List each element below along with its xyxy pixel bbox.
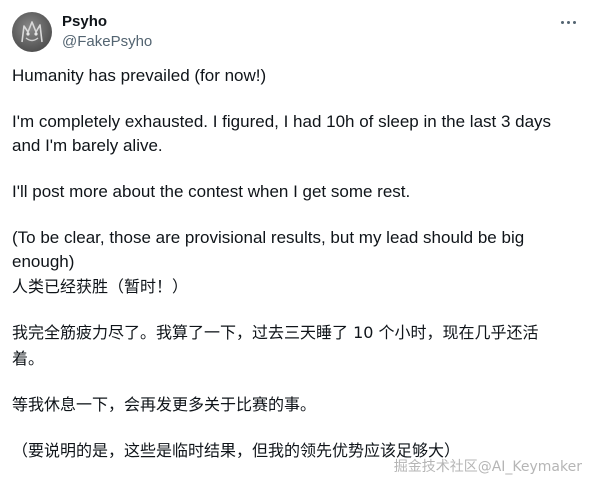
tweet-card: Psyho @FakePsyho Humanity has prevailed …	[0, 0, 594, 490]
avatar[interactable]	[12, 12, 52, 52]
tweet-paragraph-zh: 人类已经获胜（暂时！）	[12, 277, 189, 296]
sketch-avatar-icon	[21, 21, 43, 43]
tweet-paragraph: Humanity has prevailed (for now!)	[12, 66, 267, 85]
tweet-paragraph: I'll post more about the contest when I …	[12, 182, 411, 201]
tweet-text: Humanity has prevailed (for now!) I'm co…	[12, 64, 582, 464]
watermark: 掘金技术社区@AI_Keymaker	[393, 459, 582, 475]
tweet-header: Psyho @FakePsyho	[12, 10, 582, 54]
author-display-name[interactable]: Psyho	[62, 12, 152, 32]
tweet-paragraph: (To be clear, those are provisional resu…	[12, 228, 525, 271]
author-names: Psyho @FakePsyho	[62, 12, 152, 52]
more-options-icon[interactable]	[558, 12, 578, 32]
tweet-paragraph-zh: 等我休息一下，会再发更多关于比赛的事。	[12, 395, 317, 414]
tweet-paragraph-zh: 我完全筋疲力尽了。我算了一下，过去三天睡了 10 个小时，现在几乎还活 着。	[12, 323, 539, 368]
author-handle[interactable]: @FakePsyho	[62, 32, 152, 52]
tweet-paragraph: I'm completely exhausted. I figured, I h…	[12, 112, 552, 155]
